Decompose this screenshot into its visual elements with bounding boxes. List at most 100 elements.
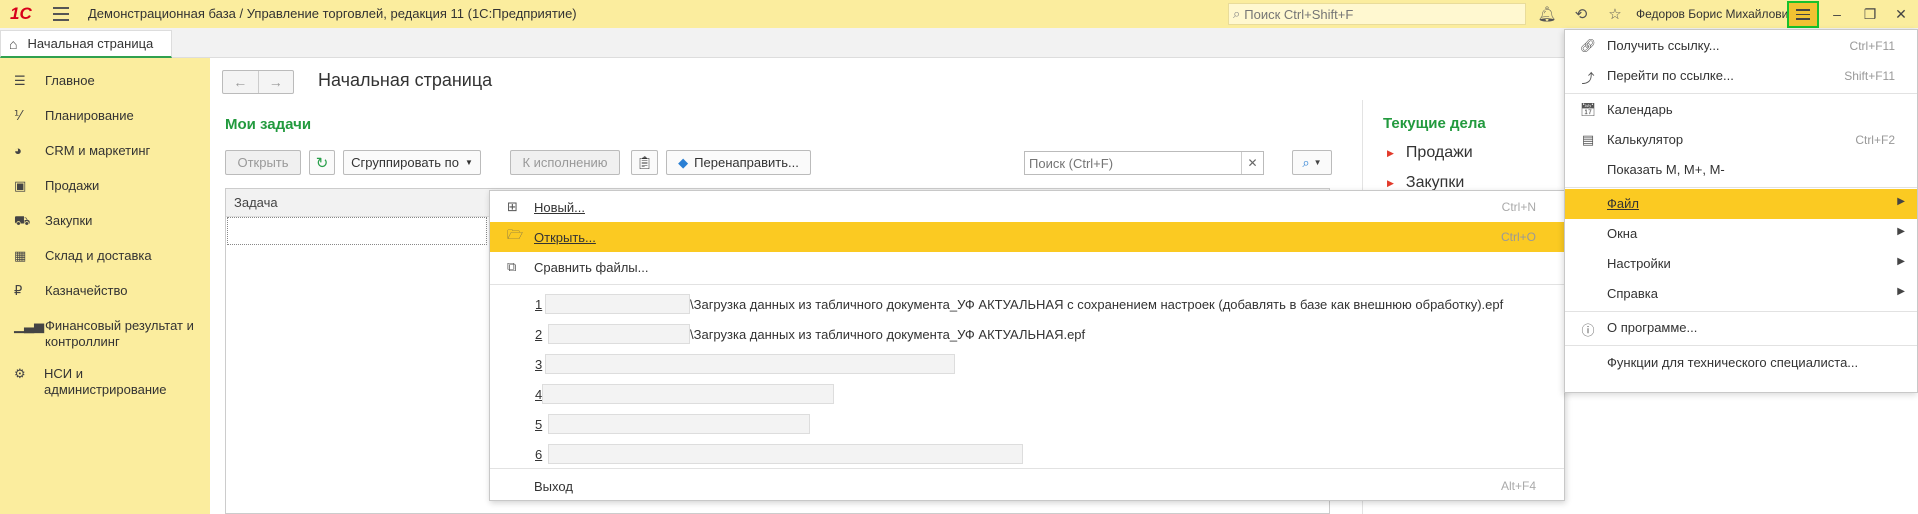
open-folder-icon: 🗁 <box>507 227 524 242</box>
current-tasks-title: Текущие дела <box>1383 115 1486 132</box>
search-options-button[interactable]: ⌕ ▼ <box>1292 150 1332 175</box>
cart-icon: ⛟ <box>14 213 31 228</box>
triangle-right-icon: ▶ <box>1387 177 1394 188</box>
tasks-search-input[interactable] <box>1025 155 1241 171</box>
tab-home[interactable]: ⌂ Начальная страница <box>0 30 172 58</box>
chevron-right-icon: ▶ <box>1897 196 1905 207</box>
sidebar-item-sales[interactable]: ▣ Продажи <box>0 178 210 213</box>
menu-separator <box>490 468 1564 469</box>
sidebar-item-purchases[interactable]: ⛟ Закупки <box>0 213 210 248</box>
back-arrow-icon[interactable]: ← <box>223 71 259 93</box>
restore-icon[interactable]: ❐ <box>1853 0 1887 28</box>
section-title-my-tasks: Мои задачи <box>225 116 312 133</box>
grid-icon: ▦ <box>14 248 27 263</box>
menu-item-new[interactable]: ⊞ Новый... Ctrl+N <box>490 192 1564 222</box>
home-icon: ⌂ <box>9 35 18 52</box>
recent-file-2[interactable]: 2 \Загрузка данных из табличного докумен… <box>490 320 1564 350</box>
refresh-icon[interactable]: ↻ <box>309 150 335 175</box>
planning-icon: ⅟ <box>14 108 22 123</box>
nav-arrows: ← → <box>222 70 294 94</box>
menu-item-file[interactable]: Файл ▶ <box>1565 189 1917 219</box>
triangle-right-icon: ▶ <box>1387 147 1394 158</box>
table-row[interactable] <box>227 217 487 245</box>
link-icon: 🔗︎ <box>1579 38 1597 53</box>
calendar-icon: 📅︎ <box>1579 102 1597 117</box>
compare-files-icon: ⧉ <box>507 259 517 274</box>
minimize-icon[interactable]: – <box>1820 0 1854 28</box>
to-execute-button[interactable]: К исполнению <box>510 150 620 175</box>
group-by-button[interactable]: Сгруппировать по ▼ <box>343 150 481 175</box>
current-tasks-item-sales[interactable]: ▶ Продажи <box>1387 144 1486 162</box>
chevron-down-icon: ▼ <box>464 158 473 167</box>
menu-separator <box>1565 345 1917 346</box>
bell-icon[interactable]: 🔔︎ <box>1537 4 1557 24</box>
menu-item-compare[interactable]: ⧉ Сравнить файлы... <box>490 252 1564 282</box>
sidebar-item-planning[interactable]: ⅟ Планирование <box>0 108 210 143</box>
sidebar-item-warehouse[interactable]: ▦ Склад и доставка <box>0 248 210 283</box>
list-icon: ☰ <box>14 73 26 88</box>
menu-item-settings[interactable]: Настройки ▶ <box>1565 249 1917 279</box>
menu-item-get-link[interactable]: 🔗︎ Получить ссылку... Ctrl+F11 <box>1565 31 1917 61</box>
calculator-icon: ▤ <box>1581 132 1595 147</box>
chevron-right-icon: ▶ <box>1897 226 1905 237</box>
sidebar-item-crm[interactable]: ◕ CRM и маркетинг <box>0 143 210 178</box>
recent-file-3[interactable]: 3 <box>490 350 1564 380</box>
tab-home-label: Начальная страница <box>27 36 154 51</box>
main-menu-button[interactable] <box>1787 1 1819 28</box>
forward-arrow-icon[interactable]: → <box>259 71 294 93</box>
app-title: Демонстрационная база / Управление торго… <box>88 6 577 21</box>
menu-item-windows[interactable]: Окна ▶ <box>1565 219 1917 249</box>
user-name[interactable]: Федоров Борис Михайлович <box>1636 0 1795 28</box>
menu-separator <box>1565 93 1917 94</box>
chevron-right-icon: ▶ <box>1897 256 1905 267</box>
global-search-input[interactable] <box>1244 6 1515 22</box>
hamburger-menu-icon[interactable] <box>53 7 69 21</box>
search-icon: ⌕ <box>1233 6 1241 21</box>
menu-separator <box>490 284 1564 285</box>
new-file-icon: ⊞ <box>507 199 518 214</box>
redirect-button[interactable]: ◆ Перенаправить... <box>666 150 811 175</box>
menu-separator <box>1565 311 1917 312</box>
clear-search-icon[interactable]: ✕ <box>1241 152 1263 174</box>
clipboard-icon[interactable]: 📋︎ <box>631 150 658 175</box>
sidebar-item-treasury[interactable]: ₽ Казначейство <box>0 283 210 318</box>
star-icon[interactable]: ☆ <box>1605 4 1625 24</box>
tasks-search[interactable]: ✕ <box>1024 151 1264 175</box>
menu-item-open[interactable]: 🗁 Открыть... Ctrl+O <box>490 222 1564 252</box>
sidebar-item-admin[interactable]: ⚙ НСИ и администрирование <box>0 366 210 401</box>
title-bar: 1С Демонстрационная база / Управление то… <box>0 0 1918 28</box>
sidebar-item-finance[interactable]: ▁▃▅ Финансовый результат и контроллинг <box>0 318 210 366</box>
menu-item-exit[interactable]: Выход Alt+F4 <box>490 471 1564 501</box>
redacted-path <box>548 444 1023 464</box>
sidebar-item-main[interactable]: ☰ Главное <box>0 73 210 108</box>
info-icon: ⓘ <box>1581 323 1595 338</box>
bar-chart-icon: ▁▃▅ <box>14 318 44 333</box>
recent-file-6[interactable]: 6 <box>490 440 1564 470</box>
close-icon[interactable]: ✕ <box>1884 0 1918 28</box>
file-submenu: ⊞ Новый... Ctrl+N 🗁 Открыть... Ctrl+O ⧉ … <box>489 190 1565 501</box>
history-icon[interactable]: ⟲ <box>1571 4 1591 24</box>
menu-item-calculator[interactable]: ▤ Калькулятор Ctrl+F2 <box>1565 125 1917 155</box>
menu-separator <box>1565 187 1917 188</box>
redacted-path <box>545 294 690 314</box>
chevron-right-icon: ▶ <box>1897 286 1905 297</box>
menu-item-tech-functions[interactable]: Функции для технического специалиста... <box>1565 348 1917 378</box>
goto-link-icon: ⤴ <box>1581 71 1595 86</box>
page-title: Начальная страница <box>318 70 493 90</box>
logo-1c: 1С <box>10 4 32 23</box>
gear-icon: ⚙ <box>14 366 26 381</box>
recent-file-1[interactable]: 1 \Загрузка данных из табличного докумен… <box>490 290 1564 320</box>
global-search[interactable]: ⌕ <box>1228 3 1526 25</box>
open-button[interactable]: Открыть <box>225 150 301 175</box>
menu-item-show-m[interactable]: Показать M, M+, M- <box>1565 155 1917 185</box>
recent-file-4[interactable]: 4 <box>490 380 1564 410</box>
menu-item-goto-link[interactable]: ⤴ Перейти по ссылке... Shift+F11 <box>1565 61 1917 91</box>
redirect-icon: ◆ <box>678 154 689 170</box>
main-dropdown-menu: 🔗︎ Получить ссылку... Ctrl+F11 ⤴ Перейти… <box>1564 29 1918 393</box>
ruble-icon: ₽ <box>14 283 23 298</box>
recent-file-5[interactable]: 5 <box>490 410 1564 440</box>
menu-item-calendar[interactable]: 📅︎ Календарь <box>1565 95 1917 125</box>
menu-item-about[interactable]: ⓘ О программе... <box>1565 313 1917 343</box>
menu-item-help[interactable]: Справка ▶ <box>1565 279 1917 309</box>
redacted-path <box>548 414 810 434</box>
